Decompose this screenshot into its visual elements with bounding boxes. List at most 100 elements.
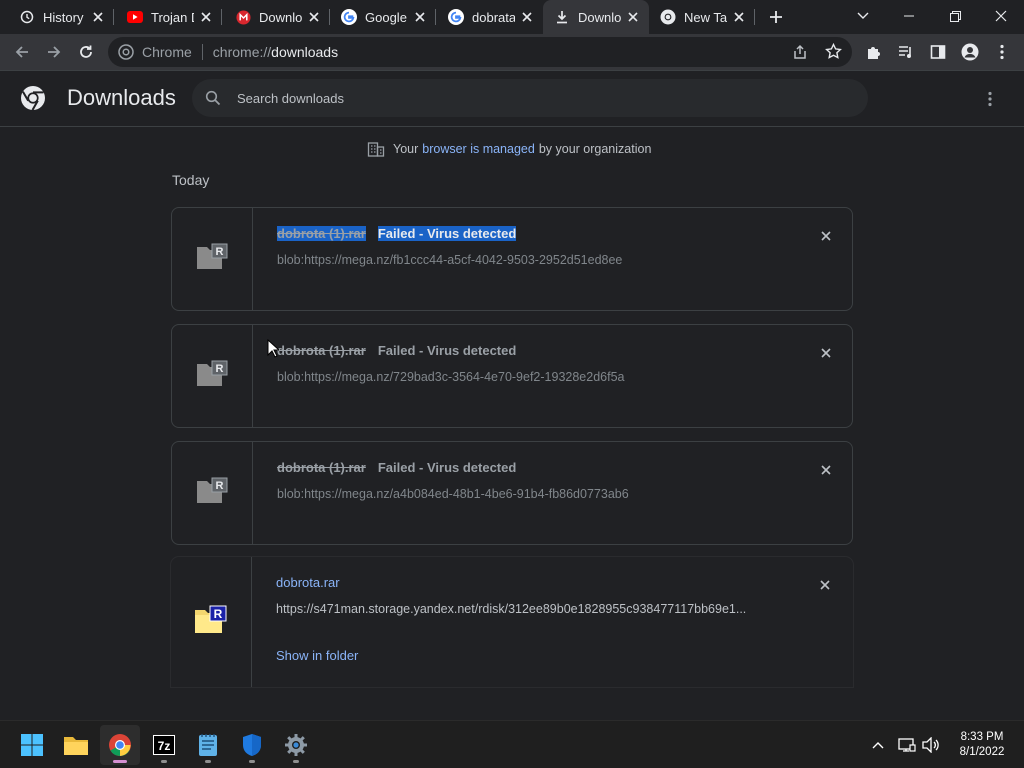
- chrome-logo-icon: [20, 85, 46, 111]
- avatar-icon: [961, 43, 979, 61]
- defender-icon: [243, 734, 261, 756]
- svg-text:R: R: [214, 607, 223, 621]
- download-item: R dobrota.rar https://s471man.storage.ya…: [171, 557, 853, 687]
- tab-youtube[interactable]: Trojan D: [116, 0, 222, 34]
- reload-button[interactable]: [72, 38, 100, 66]
- chevron-down-icon: [857, 12, 869, 19]
- tab-label: dobrata: [472, 9, 515, 25]
- settings-icon: [285, 734, 307, 756]
- url-scheme: chrome://: [212, 44, 272, 60]
- plus-icon: [770, 11, 782, 23]
- more-vertical-icon: [1000, 44, 1004, 60]
- tab-label: History: [43, 9, 84, 25]
- close-icon[interactable]: [731, 9, 747, 25]
- tab-strip: History Trojan D Downlo Google dobrata: [0, 0, 1024, 34]
- tab-mega-download[interactable]: Downlo: [224, 0, 330, 34]
- address-bar[interactable]: Chrome chrome:// downloads: [108, 37, 852, 67]
- new-tab-button[interactable]: [764, 5, 788, 29]
- close-window-button[interactable]: [978, 0, 1024, 32]
- chrome-menu-button[interactable]: [988, 38, 1016, 66]
- search-icon: [205, 90, 221, 106]
- restore-button[interactable]: [932, 0, 978, 32]
- bookmark-star-icon[interactable]: [825, 42, 842, 63]
- downloads-header: Downloads: [0, 71, 1024, 127]
- url-host: downloads: [271, 44, 339, 60]
- side-panel-button[interactable]: [924, 38, 952, 66]
- close-icon: [820, 580, 830, 590]
- download-url: blob:https://mega.nz/729bad3c-3564-4e70-…: [277, 370, 625, 384]
- tab-label: New Tal: [684, 9, 727, 25]
- side-panel-icon: [930, 45, 946, 59]
- download-url: blob:https://mega.nz/fb1ccc44-a5cf-4042-…: [277, 253, 623, 267]
- close-icon[interactable]: [90, 9, 106, 25]
- show-in-folder-link[interactable]: Show in folder: [276, 648, 358, 663]
- remove-download-button[interactable]: [816, 226, 836, 246]
- tab-label: Google: [365, 9, 407, 25]
- page-title: Downloads: [67, 85, 176, 110]
- restore-icon: [949, 10, 961, 22]
- start-button[interactable]: [12, 725, 52, 765]
- close-icon: [821, 231, 831, 241]
- notepad-button[interactable]: [188, 725, 228, 765]
- profile-button[interactable]: [956, 38, 984, 66]
- tab-downloads[interactable]: Downlo: [543, 0, 649, 34]
- google-icon: [448, 9, 464, 25]
- tab-label: Downlo: [578, 9, 621, 25]
- managed-suffix: by your organization: [538, 142, 652, 156]
- close-icon: [995, 10, 1007, 22]
- notepad-icon: [199, 734, 217, 756]
- remove-download-button[interactable]: [816, 343, 836, 363]
- media-controls-button[interactable]: [892, 38, 920, 66]
- search-input[interactable]: [237, 90, 797, 106]
- share-icon[interactable]: [792, 44, 808, 63]
- system-clock[interactable]: 8:33 PM 8/1/2022: [950, 730, 1014, 760]
- remove-download-button[interactable]: [816, 460, 836, 480]
- download-item: R dobrota (1).rar Failed - Virus detecte…: [171, 207, 853, 311]
- tab-search-button[interactable]: [840, 0, 886, 32]
- forward-button[interactable]: [40, 38, 68, 66]
- close-icon[interactable]: [306, 9, 322, 25]
- tab-google[interactable]: Google: [330, 0, 436, 34]
- tab-new-tab[interactable]: New Tal: [649, 0, 755, 34]
- chrome-icon: [660, 9, 676, 25]
- download-url: blob:https://mega.nz/a4b084ed-48b1-4be6-…: [277, 487, 629, 501]
- mega-icon: [235, 9, 251, 25]
- managed-notice: Your browser is managed by your organiza…: [367, 140, 651, 158]
- volume-icon[interactable]: [921, 735, 941, 755]
- close-icon[interactable]: [198, 9, 214, 25]
- settings-button[interactable]: [276, 725, 316, 765]
- history-icon: [19, 9, 35, 25]
- network-icon[interactable]: [897, 735, 917, 755]
- tab-history[interactable]: History: [8, 0, 114, 34]
- clock-date: 8/1/2022: [959, 746, 1005, 758]
- 7zip-button[interactable]: 7z: [144, 725, 184, 765]
- close-icon[interactable]: [412, 9, 428, 25]
- svg-text:R: R: [216, 246, 224, 258]
- download-filename-link[interactable]: dobrota.rar: [276, 575, 340, 590]
- managed-link[interactable]: browser is managed: [422, 142, 535, 156]
- arrow-left-icon: [15, 46, 28, 58]
- chrome-taskbar-button[interactable]: [100, 725, 140, 765]
- close-icon[interactable]: [625, 9, 641, 25]
- puzzle-icon: [868, 47, 880, 59]
- downloads-menu-button[interactable]: [978, 87, 1002, 111]
- remove-download-button[interactable]: [815, 575, 835, 595]
- tab-dobrata[interactable]: dobrata: [437, 0, 543, 34]
- taskbar: 7z 8:33 PM 8/1/2022: [0, 720, 1024, 768]
- minimize-button[interactable]: [886, 0, 932, 32]
- svg-text:R: R: [216, 363, 224, 375]
- start-icon: [21, 734, 43, 756]
- rar-file-icon: R: [196, 360, 228, 393]
- defender-button[interactable]: [232, 725, 272, 765]
- file-explorer-button[interactable]: [56, 725, 96, 765]
- rar-file-icon: R: [196, 477, 228, 510]
- extensions-button[interactable]: [860, 38, 888, 66]
- back-button[interactable]: [8, 38, 36, 66]
- close-icon[interactable]: [519, 9, 535, 25]
- more-vertical-icon: [988, 91, 992, 107]
- chevron-up-icon[interactable]: [868, 735, 888, 755]
- toolbar: Chrome chrome:// downloads: [0, 34, 1024, 71]
- search-downloads-field[interactable]: [192, 79, 868, 117]
- file-explorer-icon: [64, 737, 88, 755]
- close-icon: [821, 465, 831, 475]
